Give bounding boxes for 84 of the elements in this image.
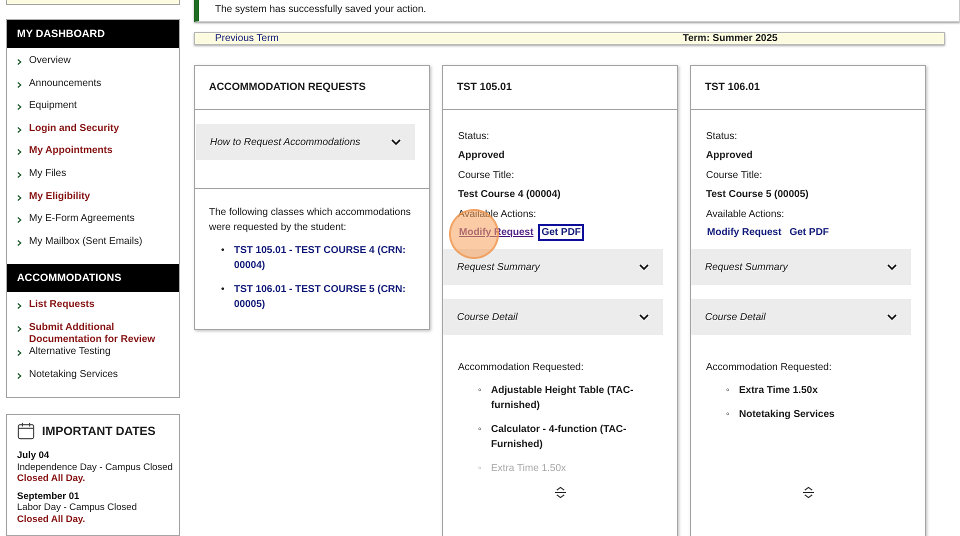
term-label: Term: Summer 2025 bbox=[682, 33, 778, 44]
section-header: ACCOMMODATIONS bbox=[7, 264, 179, 292]
chevron-right-icon bbox=[17, 324, 22, 333]
chevron-right-icon bbox=[17, 126, 22, 134]
accordion-toggle[interactable]: Request Summary bbox=[443, 249, 663, 285]
accordion-toggle[interactable]: Request Summary bbox=[691, 249, 911, 285]
chevron-down-icon bbox=[887, 314, 897, 320]
course-link[interactable]: TST 105.01 - TEST COURSE 4 (CRN: 00004) bbox=[234, 243, 415, 273]
event-text: Independence Day - Campus Closed bbox=[17, 462, 174, 474]
field-label: Course Title: bbox=[458, 169, 516, 183]
field-label: Accommodation Requested: bbox=[706, 361, 833, 375]
sidebar-link[interactable]: My Files bbox=[29, 168, 66, 180]
bullet: • bbox=[221, 283, 226, 297]
accordion-toggle[interactable]: Course Detail bbox=[691, 299, 911, 335]
chevron-right-icon bbox=[17, 80, 22, 89]
bullet: ◦ bbox=[726, 408, 731, 422]
chevron-right-icon bbox=[17, 216, 22, 224]
intro-text: The following classes which accommodations were requested by the student: bbox=[209, 206, 412, 235]
field-label: Status: bbox=[706, 130, 738, 144]
chevron-right-icon bbox=[17, 238, 22, 247]
chevron-right-icon bbox=[17, 170, 22, 179]
sidebar-link[interactable]: My Mailbox (Sent Emails) bbox=[29, 236, 142, 248]
calendar-icon bbox=[17, 422, 35, 440]
previous-term-link[interactable]: Previous Term bbox=[215, 33, 279, 44]
action-link[interactable]: Get PDF bbox=[788, 226, 830, 239]
accordion-toggle[interactable]: How to Request Accommodations bbox=[196, 124, 415, 160]
field-label: Status: bbox=[458, 130, 490, 144]
card-title: TST 105.01 bbox=[443, 66, 677, 110]
date-text: September 01 bbox=[17, 490, 80, 502]
expand-icon[interactable] bbox=[802, 486, 815, 499]
event-text: Labor Day - Campus Closed bbox=[17, 502, 138, 514]
sidebar-link[interactable]: Login and Security bbox=[29, 122, 120, 135]
sidebar-link[interactable]: Equipment bbox=[29, 100, 77, 112]
chevron-right-icon bbox=[17, 148, 22, 156]
chevron-right-icon bbox=[17, 194, 22, 202]
course-link[interactable]: TST 106.01 - TEST COURSE 5 (CRN: 00005) bbox=[234, 282, 415, 312]
field-value: Test Course 5 (00005) bbox=[706, 188, 810, 202]
event-note: Closed All Day. bbox=[17, 514, 86, 526]
field-label: Course Title: bbox=[706, 169, 764, 183]
sidebar-link[interactable]: Announcements bbox=[29, 78, 102, 90]
panel-title: IMPORTANT DATES bbox=[42, 424, 156, 438]
accordion-toggle[interactable]: Course Detail bbox=[443, 299, 663, 335]
chevron-down-icon bbox=[639, 314, 649, 320]
action-link[interactable]: Get PDF bbox=[540, 226, 582, 239]
field-value: Test Course 4 (00004) bbox=[458, 188, 562, 202]
bullet: ◦ bbox=[478, 384, 483, 398]
field-label: Available Actions: bbox=[458, 208, 538, 222]
section-header: MY DASHBOARD bbox=[7, 20, 179, 48]
sidebar-link[interactable]: Submit Additional Documentation for Review bbox=[29, 322, 179, 346]
success-message: The system has successfully saved your action. bbox=[194, 0, 960, 22]
field-value: Approved bbox=[458, 149, 506, 163]
accommodation-item: Calculator - 4-function (TAC-Furnished) bbox=[491, 423, 628, 452]
chevron-right-icon bbox=[17, 103, 22, 112]
action-link[interactable]: Modify Request bbox=[706, 226, 782, 239]
sidebar-link[interactable]: List Requests bbox=[29, 299, 95, 312]
accommodation-item: Notetaking Services bbox=[739, 408, 835, 422]
sidebar-link[interactable]: Alternative Testing bbox=[29, 346, 111, 358]
accommodation-item: Extra Time 1.50x bbox=[491, 462, 566, 476]
bullet: ◦ bbox=[478, 462, 483, 476]
field-value: Approved bbox=[706, 149, 754, 163]
sidebar-link[interactable]: Overview bbox=[29, 55, 71, 67]
chevron-right-icon bbox=[17, 372, 22, 380]
bullet: ◦ bbox=[478, 423, 483, 437]
chevron-right-icon bbox=[17, 302, 22, 310]
card-title: TST 106.01 bbox=[691, 66, 925, 110]
bullet: ◦ bbox=[726, 384, 731, 398]
accommodation-item: Extra Time 1.50x bbox=[739, 384, 818, 398]
chevron-down-icon bbox=[639, 264, 649, 270]
accommodation-item: Adjustable Height Table (TAC-furnished) bbox=[491, 384, 634, 413]
field-label: Available Actions: bbox=[706, 208, 786, 222]
event-note: Closed All Day. bbox=[17, 473, 86, 485]
chevron-down-icon bbox=[391, 139, 401, 145]
sidebar-link[interactable]: Notetaking Services bbox=[29, 368, 118, 381]
bullet: • bbox=[221, 244, 226, 258]
card-title: ACCOMMODATION REQUESTS bbox=[195, 66, 429, 110]
sidebar-link[interactable]: My E-Form Agreements bbox=[29, 213, 135, 226]
date-text: July 04 bbox=[17, 450, 50, 462]
chevron-right-icon bbox=[17, 348, 22, 357]
chevron-down-icon bbox=[887, 264, 897, 270]
field-label: Accommodation Requested: bbox=[458, 361, 585, 375]
sidebar-link[interactable]: My Appointments bbox=[29, 145, 113, 158]
expand-icon[interactable] bbox=[554, 486, 567, 499]
sidebar-link[interactable]: My Eligibility bbox=[29, 190, 90, 203]
chevron-right-icon bbox=[17, 58, 22, 66]
